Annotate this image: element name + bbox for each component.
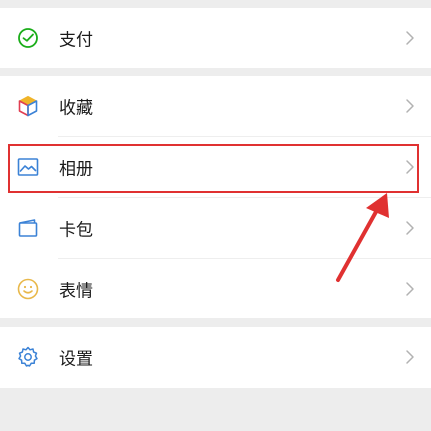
cube-box-icon: [18, 95, 38, 117]
pay-check-circle-icon: [18, 28, 38, 48]
menu-item-favorites[interactable]: 收藏: [0, 76, 431, 136]
chevron-right-icon: [406, 99, 414, 113]
chevron-right-icon: [406, 221, 414, 235]
gear-icon: [18, 346, 38, 367]
menu-group-settings: 设置: [0, 327, 431, 388]
chevron-right-icon: [406, 31, 414, 45]
menu-group-main: 收藏 相册 卡包 表情: [0, 76, 431, 318]
card-wallet-icon: [18, 219, 38, 237]
menu-item-label: 支付: [59, 30, 93, 51]
menu-item-cards[interactable]: 卡包: [0, 198, 431, 258]
menu-item-label: 设置: [59, 349, 93, 370]
menu-item-label: 收藏: [59, 98, 93, 119]
smiley-face-icon: [17, 278, 39, 300]
menu-item-pay[interactable]: 支付: [0, 8, 431, 68]
menu-item-settings[interactable]: 设置: [0, 327, 431, 387]
chevron-right-icon: [406, 282, 414, 296]
menu-item-stickers[interactable]: 表情: [0, 259, 431, 319]
menu-item-label: 表情: [59, 281, 93, 302]
menu-item-label: 卡包: [59, 220, 93, 241]
menu-group-pay: 支付: [0, 8, 431, 68]
chevron-right-icon: [406, 350, 414, 364]
album-highlight-box: [8, 144, 419, 193]
